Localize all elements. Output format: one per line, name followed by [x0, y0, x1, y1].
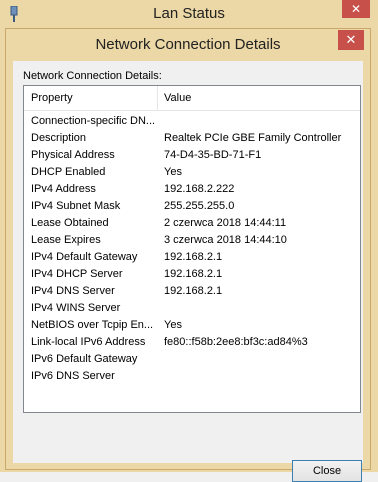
- value-cell: 74-D4-35-BD-71-F1: [164, 149, 262, 161]
- column-header-property[interactable]: Property: [31, 92, 73, 104]
- property-cell: Physical Address: [31, 149, 115, 161]
- list-item[interactable]: Lease Expires 3 czerwca 2018 14:44:10: [24, 232, 360, 249]
- list-rows: Connection-specific DN... Description Real…: [24, 113, 360, 385]
- close-icon: ✕: [350, 2, 362, 16]
- value-cell: 192.168.2.1: [164, 251, 223, 263]
- property-cell: DHCP Enabled: [31, 166, 106, 178]
- list-item[interactable]: Lease Obtained 2 czerwca 2018 14:44:11: [24, 215, 360, 232]
- list-item[interactable]: IPv4 WINS Server: [24, 300, 360, 317]
- list-item[interactable]: DHCP Enabled Yes: [24, 164, 360, 181]
- lan-status-close-button[interactable]: ✕: [342, 0, 370, 18]
- value-cell: 2 czerwca 2018 14:44:11: [164, 217, 287, 229]
- list-item[interactable]: IPv4 DNS Server 192.168.2.1: [24, 283, 360, 300]
- network-connection-details-dialog: Network Connection Details ✕ Network Con…: [5, 28, 371, 482]
- property-cell: NetBIOS over Tcpip En...: [31, 319, 154, 331]
- close-icon: ✕: [345, 32, 357, 47]
- dialog-client-area: Network Connection Details: Property Val…: [13, 61, 363, 482]
- property-cell: Link-local IPv6 Address: [31, 336, 146, 348]
- property-cell: IPv6 Default Gateway: [31, 353, 138, 365]
- list-item[interactable]: Link-local IPv6 Address fe80::f58b:2ee8:b…: [24, 334, 360, 351]
- close-button[interactable]: Close: [292, 460, 362, 482]
- value-cell: Yes: [164, 166, 182, 178]
- value-cell: Yes: [164, 319, 182, 331]
- value-cell: fe80::f58b:2ee8:bf3c:ad84%3: [164, 336, 308, 348]
- dialog-title: Network Connection Details: [95, 36, 281, 53]
- list-item[interactable]: Connection-specific DN...: [24, 113, 360, 130]
- property-cell: Connection-specific DN...: [31, 115, 156, 127]
- list-item[interactable]: IPv4 Subnet Mask 255.255.255.0: [24, 198, 360, 215]
- details-group-label: Network Connection Details:: [23, 70, 162, 82]
- property-cell: IPv6 DNS Server: [31, 370, 115, 382]
- property-cell: IPv4 Subnet Mask: [31, 200, 121, 212]
- value-cell: 255.255.255.0: [164, 200, 235, 212]
- property-cell: IPv4 DHCP Server: [31, 268, 123, 280]
- dialog-titlebar[interactable]: Network Connection Details ✕: [6, 29, 370, 61]
- details-list[interactable]: Property Value Connection-specific DN...…: [23, 85, 361, 413]
- list-item[interactable]: Description Realtek PCIe GBE Family Contr…: [24, 130, 360, 147]
- value-cell: 3 czerwca 2018 14:44:10: [164, 234, 287, 246]
- value-cell: 192.168.2.222: [164, 183, 235, 195]
- property-cell: IPv4 Default Gateway: [31, 251, 138, 263]
- property-cell: IPv4 Address: [31, 183, 96, 195]
- list-item[interactable]: IPv4 Default Gateway 192.168.2.1: [24, 249, 360, 266]
- property-cell: Lease Expires: [31, 234, 101, 246]
- property-cell: IPv4 WINS Server: [31, 302, 121, 314]
- list-item[interactable]: NetBIOS over Tcpip En... Yes: [24, 317, 360, 334]
- value-cell: 192.168.2.1: [164, 268, 223, 280]
- list-item[interactable]: Physical Address 74-D4-35-BD-71-F1: [24, 147, 360, 164]
- property-cell: Lease Obtained: [31, 217, 109, 229]
- column-divider[interactable]: [157, 86, 158, 110]
- lan-status-title: Lan Status: [153, 5, 225, 22]
- list-item[interactable]: IPv6 Default Gateway: [24, 351, 360, 368]
- list-item[interactable]: IPv4 Address 192.168.2.222: [24, 181, 360, 198]
- dialog-close-button[interactable]: ✕: [338, 30, 364, 50]
- list-item[interactable]: IPv6 DNS Server: [24, 368, 360, 385]
- property-cell: IPv4 DNS Server: [31, 285, 115, 297]
- lan-status-titlebar[interactable]: Lan Status ✕: [0, 0, 378, 28]
- list-item[interactable]: IPv4 DHCP Server 192.168.2.1: [24, 266, 360, 283]
- list-header: Property Value: [24, 86, 360, 111]
- value-cell: Realtek PCIe GBE Family Controller: [164, 132, 342, 144]
- value-cell: 192.168.2.1: [164, 285, 223, 297]
- property-cell: Description: [31, 132, 87, 144]
- column-header-value[interactable]: Value: [164, 92, 191, 104]
